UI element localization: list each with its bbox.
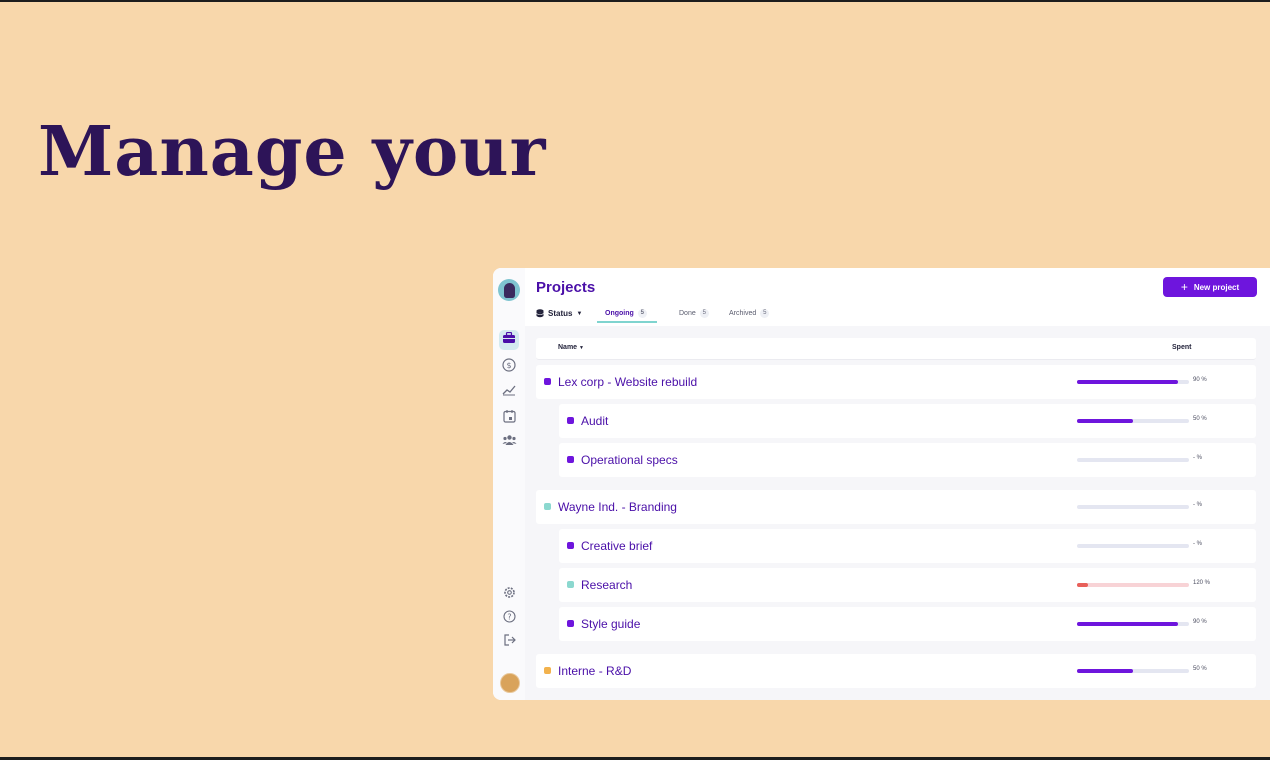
status-filter[interactable]: Status ▼	[536, 309, 582, 318]
subproject-row[interactable]: Research 120 %	[559, 568, 1256, 602]
tab-archived[interactable]: Archived 5	[729, 309, 770, 318]
project-row[interactable]: Wayne Ind. - Branding - %	[536, 490, 1256, 524]
logout-icon[interactable]	[501, 634, 517, 650]
app-logo[interactable]	[498, 279, 520, 301]
project-color-dot	[567, 581, 574, 588]
project-name[interactable]: Creative brief	[581, 539, 652, 553]
projects-list: Name ▼ Spent Lex corp - Website rebuild 9…	[525, 326, 1270, 700]
project-row[interactable]: Lex corp - Website rebuild 90 %	[536, 365, 1256, 399]
project-color-dot	[544, 503, 551, 510]
new-project-button[interactable]: + New project	[1163, 277, 1257, 297]
subproject-row[interactable]: Audit 50 %	[559, 404, 1256, 438]
spent-progress-fill	[1077, 669, 1133, 673]
calendar-icon[interactable]	[501, 409, 517, 425]
team-icon[interactable]	[501, 434, 517, 450]
new-project-label: New project	[1193, 282, 1240, 292]
database-icon	[536, 309, 544, 318]
spent-progress-bar	[1077, 669, 1189, 673]
spent-progress-fill	[1077, 583, 1089, 587]
reports-icon[interactable]	[501, 384, 517, 400]
spent-progress-bar	[1077, 380, 1189, 384]
spent-progress-bar	[1077, 505, 1189, 509]
help-icon[interactable]: ?	[501, 610, 517, 626]
spent-percentage: - %	[1193, 502, 1202, 508]
spent-percentage: 90 %	[1193, 377, 1207, 383]
tab-ongoing[interactable]: Ongoing 5	[605, 309, 647, 318]
project-color-dot	[567, 620, 574, 627]
spent-percentage: 50 %	[1193, 416, 1207, 422]
project-name[interactable]: Wayne Ind. - Branding	[558, 500, 677, 514]
project-name[interactable]: Style guide	[581, 617, 640, 631]
project-name[interactable]: Lex corp - Website rebuild	[558, 375, 697, 389]
main-panel: Projects + New project Status ▼ Ongoing …	[525, 268, 1270, 700]
project-color-dot	[544, 378, 551, 385]
subproject-row[interactable]: Creative brief - %	[559, 529, 1256, 563]
project-name[interactable]: Operational specs	[581, 453, 678, 467]
spent-progress-bar	[1077, 622, 1189, 626]
spent-percentage: 50 %	[1193, 666, 1207, 672]
project-name[interactable]: Audit	[581, 414, 608, 428]
spent-percentage: - %	[1193, 455, 1202, 461]
tab-label: Ongoing	[605, 310, 634, 317]
spent-percentage: 120 %	[1193, 580, 1211, 586]
spent-percentage: - %	[1193, 541, 1202, 547]
spent-progress-fill	[1077, 380, 1178, 384]
caret-down-icon: ▼	[576, 310, 583, 317]
tab-count-badge: 5	[699, 309, 709, 318]
app-window: $ ? Projects + New project Status ▼ Ongo…	[493, 268, 1270, 700]
spent-percentage: 90 %	[1193, 619, 1207, 625]
top-border	[0, 0, 1270, 2]
sidebar-rail: $ ?	[493, 268, 525, 700]
spent-progress-fill	[1077, 419, 1133, 423]
billing-icon[interactable]: $	[501, 358, 517, 374]
spent-progress-bar	[1077, 544, 1189, 548]
spent-progress-fill	[1077, 622, 1178, 626]
project-name[interactable]: Interne - R&D	[558, 664, 631, 678]
project-color-dot	[567, 456, 574, 463]
active-tab-indicator	[597, 321, 657, 323]
svg-text:?: ?	[507, 613, 511, 622]
plus-icon: +	[1180, 280, 1188, 294]
list-header: Name ▼ Spent	[536, 338, 1256, 360]
tab-label: Archived	[729, 310, 757, 317]
sort-caret-icon: ▼	[579, 345, 584, 351]
hero-headline: Manage your	[38, 112, 547, 192]
project-name[interactable]: Research	[581, 578, 632, 592]
svg-text:$: $	[506, 361, 511, 370]
project-color-dot	[544, 667, 551, 674]
spent-progress-bar	[1077, 583, 1189, 587]
column-spent-header[interactable]: Spent	[1172, 344, 1191, 351]
tab-count-badge: 5	[637, 309, 647, 318]
page-title: Projects	[536, 279, 596, 296]
project-color-dot	[567, 542, 574, 549]
project-row[interactable]: Interne - R&D 50 %	[536, 654, 1256, 688]
status-filter-label: Status	[548, 309, 573, 318]
tab-done[interactable]: Done 5	[679, 309, 709, 318]
subproject-row[interactable]: Style guide 90 %	[559, 607, 1256, 641]
projects-icon[interactable]	[499, 330, 519, 350]
column-name-header[interactable]: Name ▼	[558, 344, 584, 351]
tab-count-badge: 5	[760, 309, 770, 318]
spent-progress-bar	[1077, 458, 1189, 462]
project-color-dot	[567, 417, 574, 424]
tab-label: Done	[679, 310, 696, 317]
subproject-row[interactable]: Operational specs - %	[559, 443, 1256, 477]
settings-icon[interactable]	[501, 586, 517, 602]
spent-progress-bar	[1077, 419, 1189, 423]
user-avatar[interactable]	[500, 673, 520, 693]
